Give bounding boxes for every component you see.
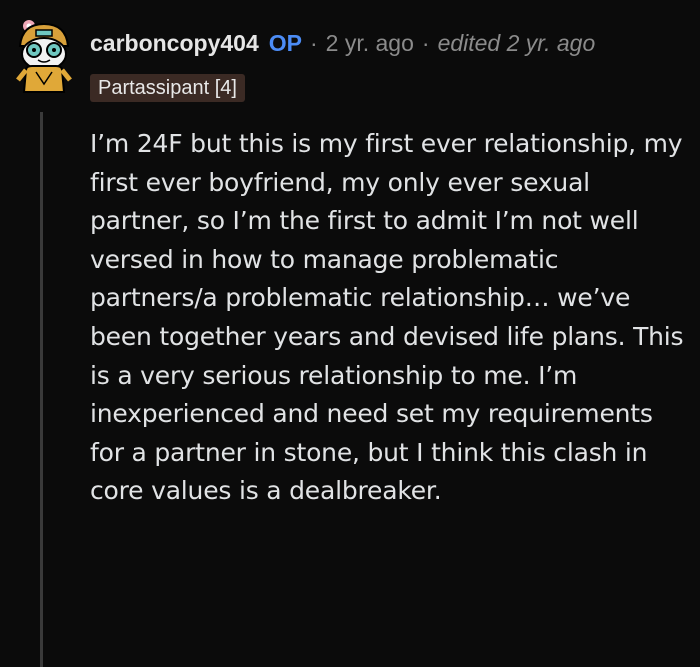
thread-line[interactable] — [40, 112, 43, 667]
separator-dot: · — [309, 30, 318, 56]
timestamp[interactable]: 2 yr. ago — [326, 30, 414, 57]
user-flair: Partassipant [4] — [90, 74, 245, 102]
username-link[interactable]: carboncopy404 — [90, 30, 259, 57]
op-badge: OP — [268, 30, 302, 56]
edited-timestamp: edited 2 yr. ago — [437, 30, 596, 56]
separator-dot: · — [421, 30, 430, 56]
comment: carboncopy404 OP · 2 yr. ago · edited 2 … — [0, 0, 700, 667]
comment-header: carboncopy404 OP · 2 yr. ago · edited 2 … — [90, 30, 595, 57]
comment-body: I’m 24F but this is my first ever relati… — [90, 129, 684, 506]
user-avatar-icon[interactable] — [14, 14, 74, 94]
